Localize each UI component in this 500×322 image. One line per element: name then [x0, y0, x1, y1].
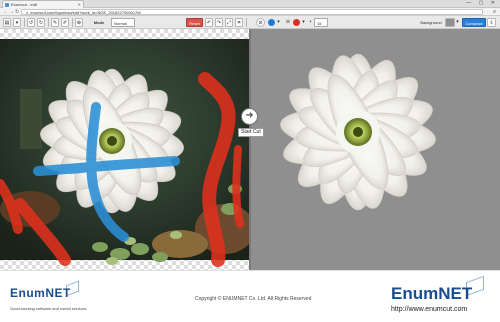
keep-dropdown-icon[interactable]: ▾: [276, 18, 281, 27]
source-canvas[interactable]: [0, 29, 250, 270]
url-text: enumcut.com/fujuninso/edit?work_id=NGE_2…: [30, 10, 141, 15]
background-dropdown-icon[interactable]: ▾: [455, 18, 460, 27]
pen-icon[interactable]: ⊘: [256, 18, 265, 27]
brush-size-icon: •: [309, 19, 312, 25]
page-info-icon: ●: [26, 10, 29, 15]
back-icon[interactable]: ←: [3, 8, 8, 16]
undo-icon[interactable]: ↶: [205, 18, 213, 27]
close-tab-icon[interactable]: ✕: [78, 1, 81, 8]
footer-tagline: Good-working software and useful service…: [10, 306, 87, 311]
panel-divider: [249, 29, 251, 270]
editor-toolbar: ▤ ▾ ↺ ↻ ✎ ✐ ⊕ Mode Normal Reset ↶ ↷ ⤢ ⌗ …: [0, 16, 500, 29]
mode-label: Mode: [93, 20, 105, 25]
brush-size-select[interactable]: 15: [314, 18, 328, 27]
toolbar-divider: [246, 18, 247, 27]
compose-button[interactable]: Compose: [462, 18, 486, 27]
mode-select[interactable]: Normal: [111, 18, 135, 27]
browser-menu-icon[interactable]: ≡: [493, 8, 496, 16]
source-photo[interactable]: [0, 29, 250, 270]
favicon-icon: [5, 3, 9, 7]
footer-url[interactable]: http://www.enumcut.com: [391, 306, 467, 313]
fit-screen-icon[interactable]: ⤢: [225, 18, 233, 27]
browser-tab-bar: Enumcut - edit ✕ — ▢ ✕: [0, 0, 500, 8]
window-controls[interactable]: — ▢ ✕: [466, 0, 498, 7]
foreground-brush-icon[interactable]: ✎: [51, 18, 59, 27]
undo-list-icon[interactable]: ↺: [27, 18, 35, 27]
remove-marker-icon[interactable]: [293, 19, 300, 26]
zoom-icon[interactable]: ⊕: [75, 18, 83, 27]
redo-list-icon[interactable]: ↻: [37, 18, 45, 27]
reset-button[interactable]: Reset: [186, 18, 203, 27]
start-cut-label[interactable]: Start Cut: [238, 128, 264, 137]
work-area: ➜ Start Cut: [0, 29, 500, 270]
footer-logo-right[interactable]: EnumNET: [391, 284, 472, 304]
start-cut-button[interactable]: ➜: [241, 108, 258, 125]
forward-icon[interactable]: →: [9, 8, 14, 16]
copyright-text: Copyright © ENUMNET Co. Ltd. All Rights …: [195, 296, 312, 302]
url-input[interactable]: ● enumcut.com/fujuninso/edit?work_id=NGE_…: [21, 9, 483, 15]
download-icon[interactable]: ⇩: [487, 18, 496, 27]
tab-title: Enumcut - edit: [11, 2, 37, 7]
reload-icon[interactable]: ↻: [15, 8, 19, 16]
toolbar-divider: [72, 18, 73, 27]
toolbar-divider: [24, 18, 25, 27]
page-footer: EnumNET Good-working software and useful…: [0, 270, 500, 322]
browser-tab[interactable]: Enumcut - edit ✕: [2, 0, 84, 8]
redo-icon[interactable]: ↷: [215, 18, 223, 27]
remove-dropdown-icon[interactable]: ▾: [301, 18, 306, 27]
open-file-icon[interactable]: ▤: [3, 18, 11, 27]
toolbar-divider: [48, 18, 49, 27]
keep-marker-icon[interactable]: [268, 19, 275, 26]
save-icon[interactable]: ▾: [13, 18, 21, 27]
background-label: Background: [420, 20, 442, 25]
erase-marker-icon[interactable]: ⊖: [284, 18, 292, 27]
background-color-swatch[interactable]: [445, 18, 455, 27]
result-canvas[interactable]: [250, 29, 500, 270]
address-bar: ← → ↻ ● enumcut.com/fujuninso/edit?work_i…: [0, 8, 500, 16]
background-brush-icon[interactable]: ✐: [61, 18, 69, 27]
footer-logo-left[interactable]: EnumNET: [10, 286, 71, 300]
result-photo: [280, 53, 436, 211]
crop-icon[interactable]: ⌗: [235, 18, 243, 27]
